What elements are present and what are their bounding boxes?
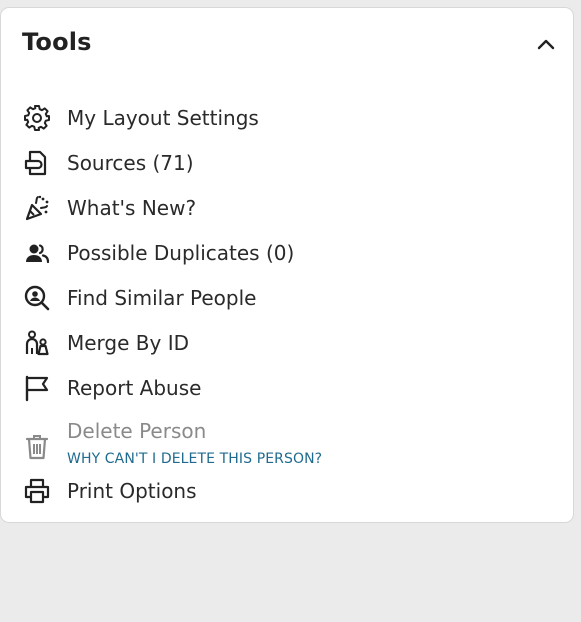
tool-label: Find Similar People [67, 286, 257, 310]
tool-merge-by-id[interactable]: Merge By ID [21, 323, 561, 363]
panel-title: Tools [22, 28, 92, 56]
collapse-button[interactable] [533, 32, 559, 56]
tool-label: Delete Person [67, 419, 207, 443]
tool-label: What's New? [67, 196, 197, 220]
tool-whats-new[interactable]: What's New? [21, 188, 561, 228]
merge-people-icon [21, 327, 53, 359]
flag-icon [21, 372, 53, 404]
printer-icon [21, 475, 53, 507]
tool-report-abuse[interactable]: Report Abuse [21, 368, 561, 408]
tool-label: Print Options [67, 479, 197, 503]
tool-label: Sources (71) [67, 151, 194, 175]
gear-icon [21, 102, 53, 134]
tool-print-options[interactable]: Print Options [21, 471, 561, 511]
tool-sources[interactable]: Sources (71) [21, 143, 561, 183]
tool-label: Possible Duplicates (0) [67, 241, 295, 265]
tool-label: Report Abuse [67, 376, 202, 400]
tool-find-similar-people[interactable]: Find Similar People [21, 278, 561, 318]
chevron-up-icon [537, 39, 555, 50]
tool-possible-duplicates[interactable]: Possible Duplicates (0) [21, 233, 561, 273]
tool-label: My Layout Settings [67, 106, 259, 130]
why-cant-delete-link[interactable]: WHY CAN'T I DELETE THIS PERSON? [67, 451, 322, 467]
tool-layout-settings[interactable]: My Layout Settings [21, 98, 561, 138]
people-icon [21, 237, 53, 269]
party-popper-icon [21, 192, 53, 224]
search-person-icon [21, 282, 53, 314]
sources-icon [21, 147, 53, 179]
tool-label: Merge By ID [67, 331, 190, 355]
tools-panel: Tools My Layout Settings Sources (71) Wh… [0, 7, 574, 523]
trash-icon [21, 431, 53, 463]
